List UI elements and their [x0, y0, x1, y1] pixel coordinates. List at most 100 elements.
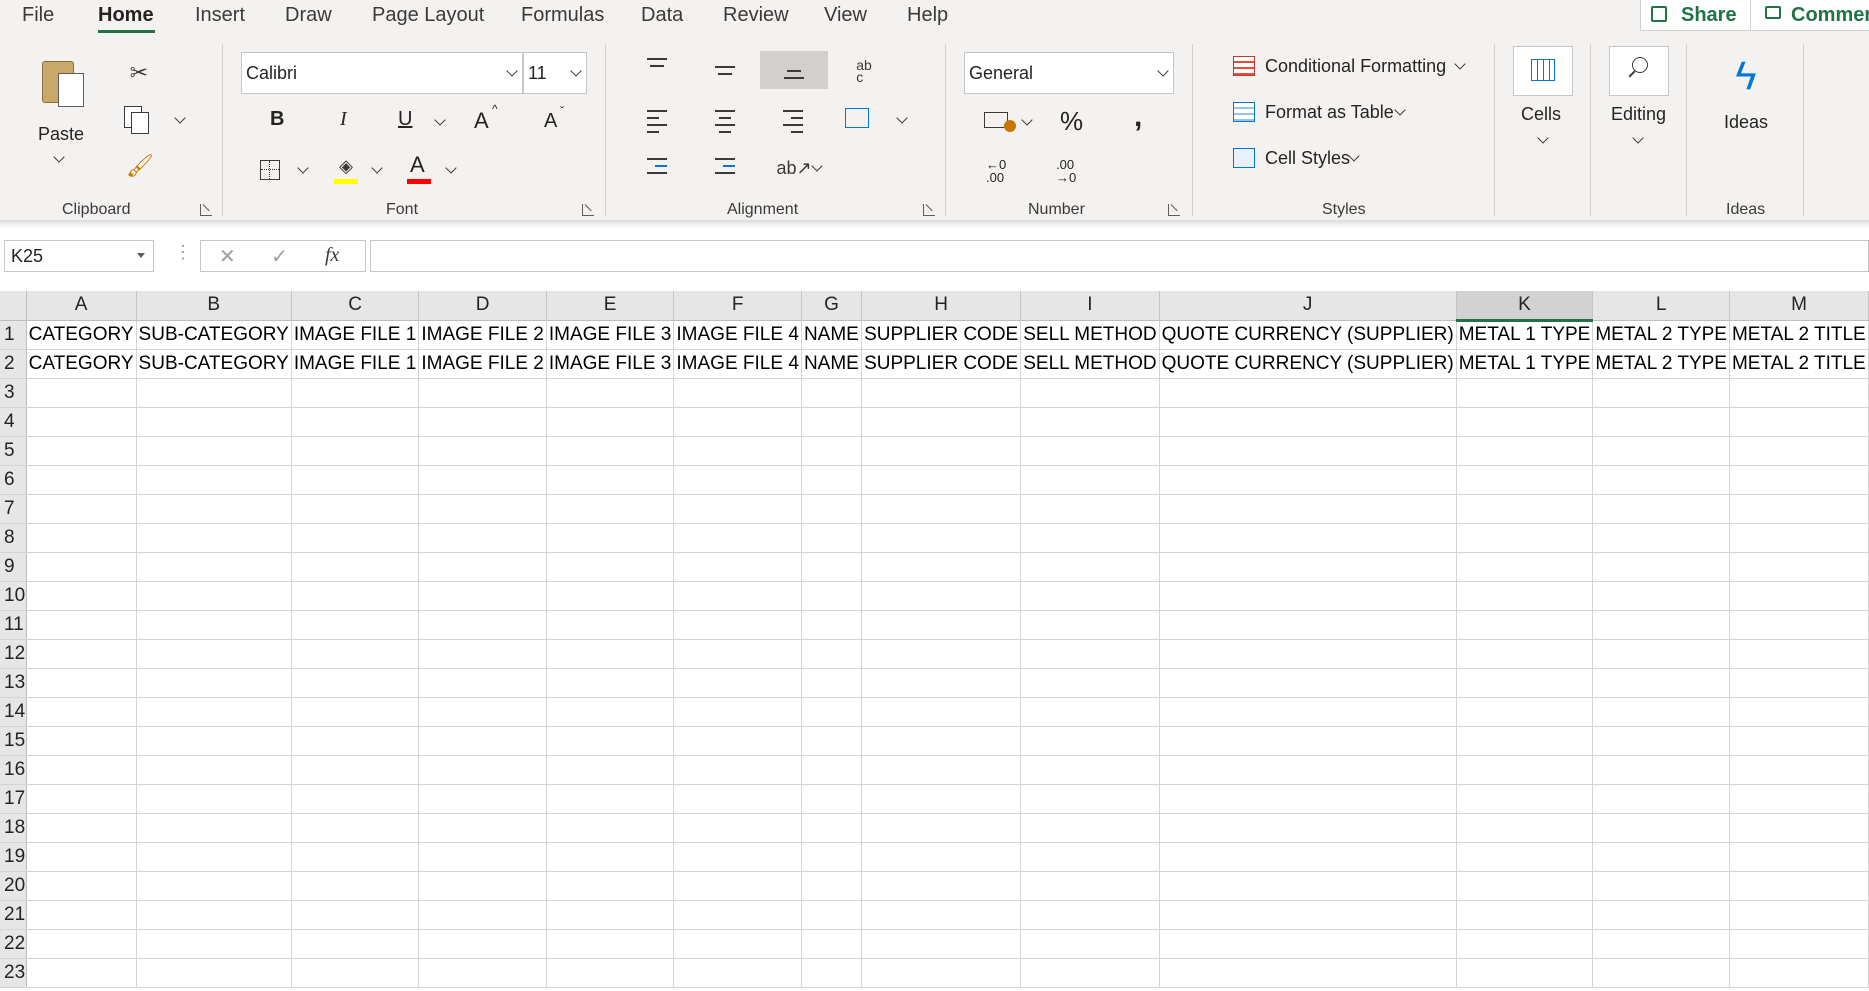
cell-h20[interactable] — [861, 871, 1022, 901]
cell-b14[interactable] — [136, 697, 292, 727]
column-header-k[interactable]: K — [1456, 291, 1594, 322]
borders-dropdown-chevron-icon[interactable] — [297, 162, 309, 174]
cell-i7[interactable] — [1020, 494, 1160, 524]
row-header[interactable]: 11 — [0, 610, 27, 640]
cell-a23[interactable] — [26, 958, 137, 988]
decrease-decimal-button[interactable]: .00 →0 — [1056, 158, 1086, 184]
cell-m10[interactable] — [1729, 581, 1869, 611]
cell-b23[interactable] — [136, 958, 292, 988]
cell-m9[interactable] — [1729, 552, 1869, 582]
cell-e6[interactable] — [546, 465, 675, 495]
cell-k16[interactable] — [1456, 755, 1594, 785]
cell-m6[interactable] — [1729, 465, 1869, 495]
cell-m2[interactable]: METAL 2 TITLE — [1729, 349, 1869, 379]
cell-j2[interactable]: QUOTE CURRENCY (SUPPLIER) — [1159, 349, 1457, 379]
grow-font-button[interactable]: A — [474, 108, 489, 134]
cell-c23[interactable] — [291, 958, 420, 988]
comma-style-button[interactable]: , — [1134, 100, 1142, 134]
cell-g9[interactable] — [801, 552, 863, 582]
tab-data[interactable]: Data — [641, 4, 683, 27]
fill-color-dropdown-chevron-icon[interactable] — [371, 162, 383, 174]
row-header[interactable]: 13 — [0, 668, 27, 698]
cut-icon[interactable]: ✂ — [126, 60, 152, 86]
cell-a13[interactable] — [26, 668, 137, 698]
cell-j6[interactable] — [1159, 465, 1457, 495]
cell-g2[interactable]: NAME — [801, 349, 863, 379]
cell-l20[interactable] — [1592, 871, 1730, 901]
cell-j9[interactable] — [1159, 552, 1457, 582]
row-header[interactable]: 21 — [0, 900, 27, 930]
cell-j3[interactable] — [1159, 378, 1457, 408]
cell-m11[interactable] — [1729, 610, 1869, 640]
middle-align-icon[interactable] — [715, 66, 735, 80]
cell-b12[interactable] — [136, 639, 292, 669]
cell-a22[interactable] — [26, 929, 137, 959]
cell-d20[interactable] — [418, 871, 547, 901]
cell-e3[interactable] — [546, 378, 675, 408]
cell-c21[interactable] — [291, 900, 420, 930]
cell-h10[interactable] — [861, 581, 1022, 611]
row-header[interactable]: 5 — [0, 436, 27, 466]
cell-h9[interactable] — [861, 552, 1022, 582]
cell-d14[interactable] — [418, 697, 547, 727]
cell-c10[interactable] — [291, 581, 420, 611]
cell-k22[interactable] — [1456, 929, 1594, 959]
bold-button[interactable]: B — [270, 108, 284, 131]
copy-icon[interactable] — [122, 104, 152, 134]
cell-k8[interactable] — [1456, 523, 1594, 553]
cell-c2[interactable]: IMAGE FILE 1 — [291, 349, 420, 379]
cell-i8[interactable] — [1020, 523, 1160, 553]
column-header-l[interactable]: L — [1592, 291, 1730, 321]
cell-a16[interactable] — [26, 755, 137, 785]
cell-b4[interactable] — [136, 407, 292, 437]
cell-j16[interactable] — [1159, 755, 1457, 785]
cell-f16[interactable] — [673, 755, 802, 785]
cell-g6[interactable] — [801, 465, 863, 495]
cell-g10[interactable] — [801, 581, 863, 611]
cell-m3[interactable] — [1729, 378, 1869, 408]
cell-f11[interactable] — [673, 610, 802, 640]
cell-a15[interactable] — [26, 726, 137, 756]
share-button[interactable]: Share — [1640, 0, 1768, 31]
cell-g4[interactable] — [801, 407, 863, 437]
cell-j10[interactable] — [1159, 581, 1457, 611]
cell-e20[interactable] — [546, 871, 675, 901]
cell-f3[interactable] — [673, 378, 802, 408]
cell-c13[interactable] — [291, 668, 420, 698]
column-header-f[interactable]: F — [673, 291, 802, 321]
cell-b7[interactable] — [136, 494, 292, 524]
cell-f2[interactable]: IMAGE FILE 4 — [673, 349, 802, 379]
align-center-icon[interactable] — [715, 110, 735, 138]
font-name-select[interactable]: Calibri — [241, 52, 523, 94]
cell-k12[interactable] — [1456, 639, 1594, 669]
cell-c1[interactable]: IMAGE FILE 1 — [291, 320, 420, 350]
cell-m20[interactable] — [1729, 871, 1869, 901]
cell-l17[interactable] — [1592, 784, 1730, 814]
cell-c6[interactable] — [291, 465, 420, 495]
underline-button[interactable]: U — [398, 108, 412, 131]
cell-d11[interactable] — [418, 610, 547, 640]
cell-c16[interactable] — [291, 755, 420, 785]
tab-insert[interactable]: Insert — [195, 4, 245, 27]
cell-i22[interactable] — [1020, 929, 1160, 959]
cell-a2[interactable]: CATEGORY — [26, 349, 137, 379]
insert-function-button[interactable]: fx — [325, 244, 339, 267]
row-header[interactable]: 16 — [0, 755, 27, 785]
row-header[interactable]: 23 — [0, 958, 27, 988]
cell-l11[interactable] — [1592, 610, 1730, 640]
cell-a10[interactable] — [26, 581, 137, 611]
cell-l6[interactable] — [1592, 465, 1730, 495]
cell-i16[interactable] — [1020, 755, 1160, 785]
cell-h11[interactable] — [861, 610, 1022, 640]
cell-b19[interactable] — [136, 842, 292, 872]
cell-l13[interactable] — [1592, 668, 1730, 698]
cell-l8[interactable] — [1592, 523, 1730, 553]
shrink-font-button[interactable]: A — [544, 110, 557, 133]
cell-d7[interactable] — [418, 494, 547, 524]
cell-j21[interactable] — [1159, 900, 1457, 930]
cell-j19[interactable] — [1159, 842, 1457, 872]
cell-g7[interactable] — [801, 494, 863, 524]
cell-m16[interactable] — [1729, 755, 1869, 785]
cell-e11[interactable] — [546, 610, 675, 640]
cell-a9[interactable] — [26, 552, 137, 582]
